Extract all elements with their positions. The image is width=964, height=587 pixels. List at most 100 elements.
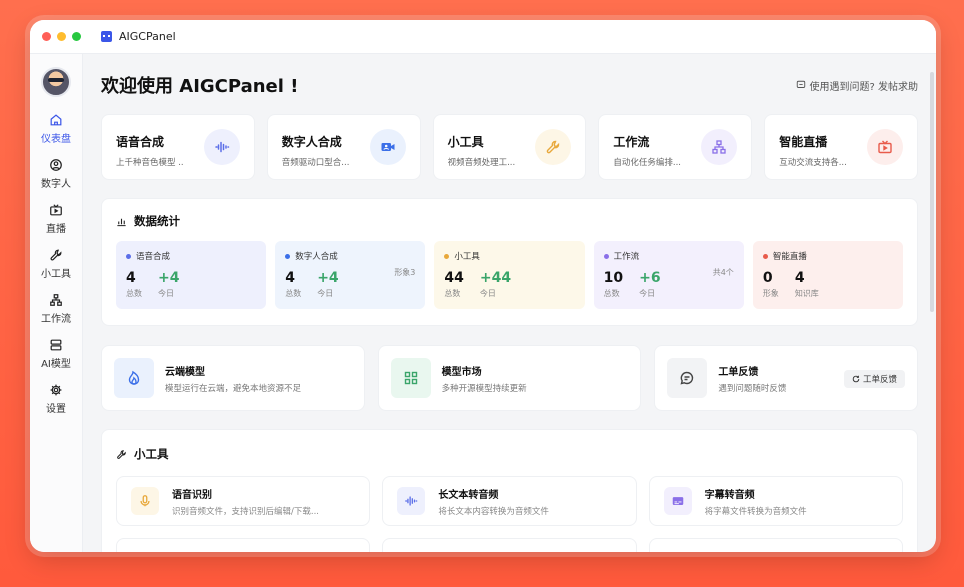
sidebar-item-workflow[interactable]: 工作流 xyxy=(30,293,82,325)
tool-desc: 识别音频文件，支持识别后编辑/下载... xyxy=(172,506,319,517)
minimize-window-button[interactable] xyxy=(57,32,66,41)
tool-card[interactable] xyxy=(116,538,371,552)
feedback-button[interactable]: 工单反馈 xyxy=(844,370,906,388)
grid-icon xyxy=(390,358,431,398)
sidebar-item-label: 小工具 xyxy=(41,269,71,280)
sidebar-item-label: 仪表盘 xyxy=(41,134,71,145)
feature-card-workflow[interactable]: 工作流 自动化任务编排... xyxy=(598,114,753,180)
tool-text: 长文本转音频 将长文本内容转换为音频文件 xyxy=(438,486,549,517)
sidebar-item-label: 设置 xyxy=(46,404,66,415)
bar-chart-icon xyxy=(117,218,126,226)
stat-label: 总数 xyxy=(603,289,620,298)
refresh-icon xyxy=(852,375,860,383)
close-window-button[interactable] xyxy=(42,32,51,41)
help-link[interactable]: 使用遇到问题? 发帖求助 xyxy=(796,78,919,93)
page-title: 欢迎使用 AIGCPanel ! xyxy=(101,76,299,97)
gear-icon xyxy=(50,384,62,396)
feature-card-digital-human[interactable]: 数字人合成 音频驱动口型合... xyxy=(266,114,421,180)
tools-panel: 小工具 语音识别 识别音频文件，支持识别后编辑/下载... 长文本转音频 将长文… xyxy=(101,429,918,552)
avatar[interactable] xyxy=(41,67,71,97)
tools-title-label: 小工具 xyxy=(134,447,169,461)
stat-value: 0 xyxy=(762,270,773,286)
stat-value: 44 xyxy=(444,270,464,286)
sidebar-item-settings[interactable]: 设置 xyxy=(30,383,82,415)
stat-values: 0 形象 4 知识库 xyxy=(763,271,893,299)
stat-value: 4 xyxy=(126,270,136,286)
info-text: 工单反馈 遇到问题随时反馈 xyxy=(718,363,786,394)
workflow-icon xyxy=(50,294,62,306)
stat-values: 44 总数 +44 今日 xyxy=(444,271,574,299)
feature-card-tools[interactable]: 小工具 视频音频处理工... xyxy=(432,114,587,180)
stat-label: 今日 xyxy=(317,289,334,298)
stat-card-digital-human[interactable]: 数字人合成 形象3 4 总数 +4 今日 xyxy=(275,241,426,309)
title-bar: AIGCPanel xyxy=(30,20,936,54)
flame-icon xyxy=(114,358,154,398)
tool-card-speech-recognition[interactable]: 语音识别 识别音频文件，支持识别后编辑/下载... xyxy=(116,476,371,526)
feature-card-live[interactable]: 智能直播 互动交流支持各... xyxy=(764,114,918,180)
tool-card-subtitle-to-audio[interactable]: 字幕转音频 将字幕文件转换为音频文件 xyxy=(648,476,903,526)
wrench-icon xyxy=(117,449,126,459)
chat-icon xyxy=(667,358,708,398)
chat-icon xyxy=(796,80,805,88)
stat-label: 总数 xyxy=(444,289,461,298)
video-user-icon xyxy=(369,129,406,165)
stat-name: 小工具 xyxy=(454,252,480,262)
info-title: 云端模型 xyxy=(165,366,205,378)
stat-card-tools[interactable]: 小工具 44 总数 +44 今日 xyxy=(434,241,585,309)
stat-head: 语音合成 xyxy=(126,250,256,262)
stat-name: 数字人合成 xyxy=(295,252,338,262)
stat-value: +6 xyxy=(639,270,661,286)
stat-head: 数字人合成 xyxy=(285,250,415,262)
stat-label: 今日 xyxy=(639,289,656,298)
sidebar-item-label: 数字人 xyxy=(41,179,71,190)
stat-label: 今日 xyxy=(158,289,174,298)
stat-extra: 共4个 xyxy=(712,268,734,277)
stat-label: 形象 xyxy=(762,289,779,298)
tool-card[interactable] xyxy=(648,538,903,552)
sidebar-item-live[interactable]: 直播 xyxy=(30,203,82,235)
sidebar: 仪表盘 数字人 直播 小工具 工作流 AI模型 设置 xyxy=(30,54,83,552)
workflow-icon xyxy=(701,129,738,165)
subtitle-icon xyxy=(663,487,692,515)
feedback-button-label: 工单反馈 xyxy=(863,375,898,385)
tool-card-long-text-to-audio[interactable]: 长文本转音频 将长文本内容转换为音频文件 xyxy=(382,476,637,526)
sidebar-item-ai-models[interactable]: AI模型 xyxy=(30,338,82,370)
help-link-label: 使用遇到问题? 发帖求助 xyxy=(809,81,919,93)
stat-value: +4 xyxy=(158,270,180,286)
status-dot xyxy=(285,253,291,259)
stat-card-tts[interactable]: 语音合成 4 总数 +4 今日 xyxy=(116,241,267,309)
tool-desc: 将字幕文件转换为音频文件 xyxy=(704,506,807,517)
mic-icon xyxy=(131,487,159,515)
sidebar-item-dashboard[interactable]: 仪表盘 xyxy=(30,113,82,145)
stat-label: 总数 xyxy=(285,289,302,298)
stats-title-label: 数据统计 xyxy=(134,214,180,228)
stat-name: 语音合成 xyxy=(136,252,171,262)
stat-card-live[interactable]: 智能直播 0 形象 4 知识库 xyxy=(752,241,904,309)
status-dot xyxy=(126,253,131,259)
stat-value: 4 xyxy=(285,270,295,286)
status-dot xyxy=(444,253,450,259)
tool-text: 字幕转音频 将字幕文件转换为音频文件 xyxy=(705,486,807,517)
sidebar-item-digital-human[interactable]: 数字人 xyxy=(30,158,82,190)
maximize-window-button[interactable] xyxy=(72,32,81,41)
sidebar-item-label: AI模型 xyxy=(41,359,71,370)
stat-label: 今日 xyxy=(479,289,496,298)
info-card-cloud-models[interactable]: 云端模型 模型运行在云端，避免本地资源不足 xyxy=(101,345,365,411)
tv-icon xyxy=(50,204,62,216)
info-title: 工单反馈 xyxy=(718,366,759,378)
info-desc: 模型运行在云端，避免本地资源不足 xyxy=(165,383,302,394)
stat-label: 总数 xyxy=(126,289,142,298)
scrollbar[interactable] xyxy=(930,72,934,312)
feature-card-tts[interactable]: 语音合成 上千种音色模型 .. xyxy=(101,114,255,180)
server-icon xyxy=(50,339,62,351)
waveform-icon xyxy=(397,487,426,515)
sidebar-item-tools[interactable]: 小工具 xyxy=(30,248,82,280)
stat-card-workflow[interactable]: 工作流 共4个 10 总数 +6 今日 xyxy=(593,241,744,309)
stat-values: 4 总数 +4 今日 xyxy=(126,271,256,299)
stat-head: 智能直播 xyxy=(762,250,893,262)
info-card-feedback[interactable]: 工单反馈 遇到问题随时反馈 工单反馈 xyxy=(654,345,919,411)
status-dot xyxy=(762,253,768,259)
info-card-model-market[interactable]: 模型市场 多种开源模型持续更新 xyxy=(377,345,642,411)
stat-value: 10 xyxy=(603,270,624,286)
tool-card[interactable] xyxy=(382,538,637,552)
